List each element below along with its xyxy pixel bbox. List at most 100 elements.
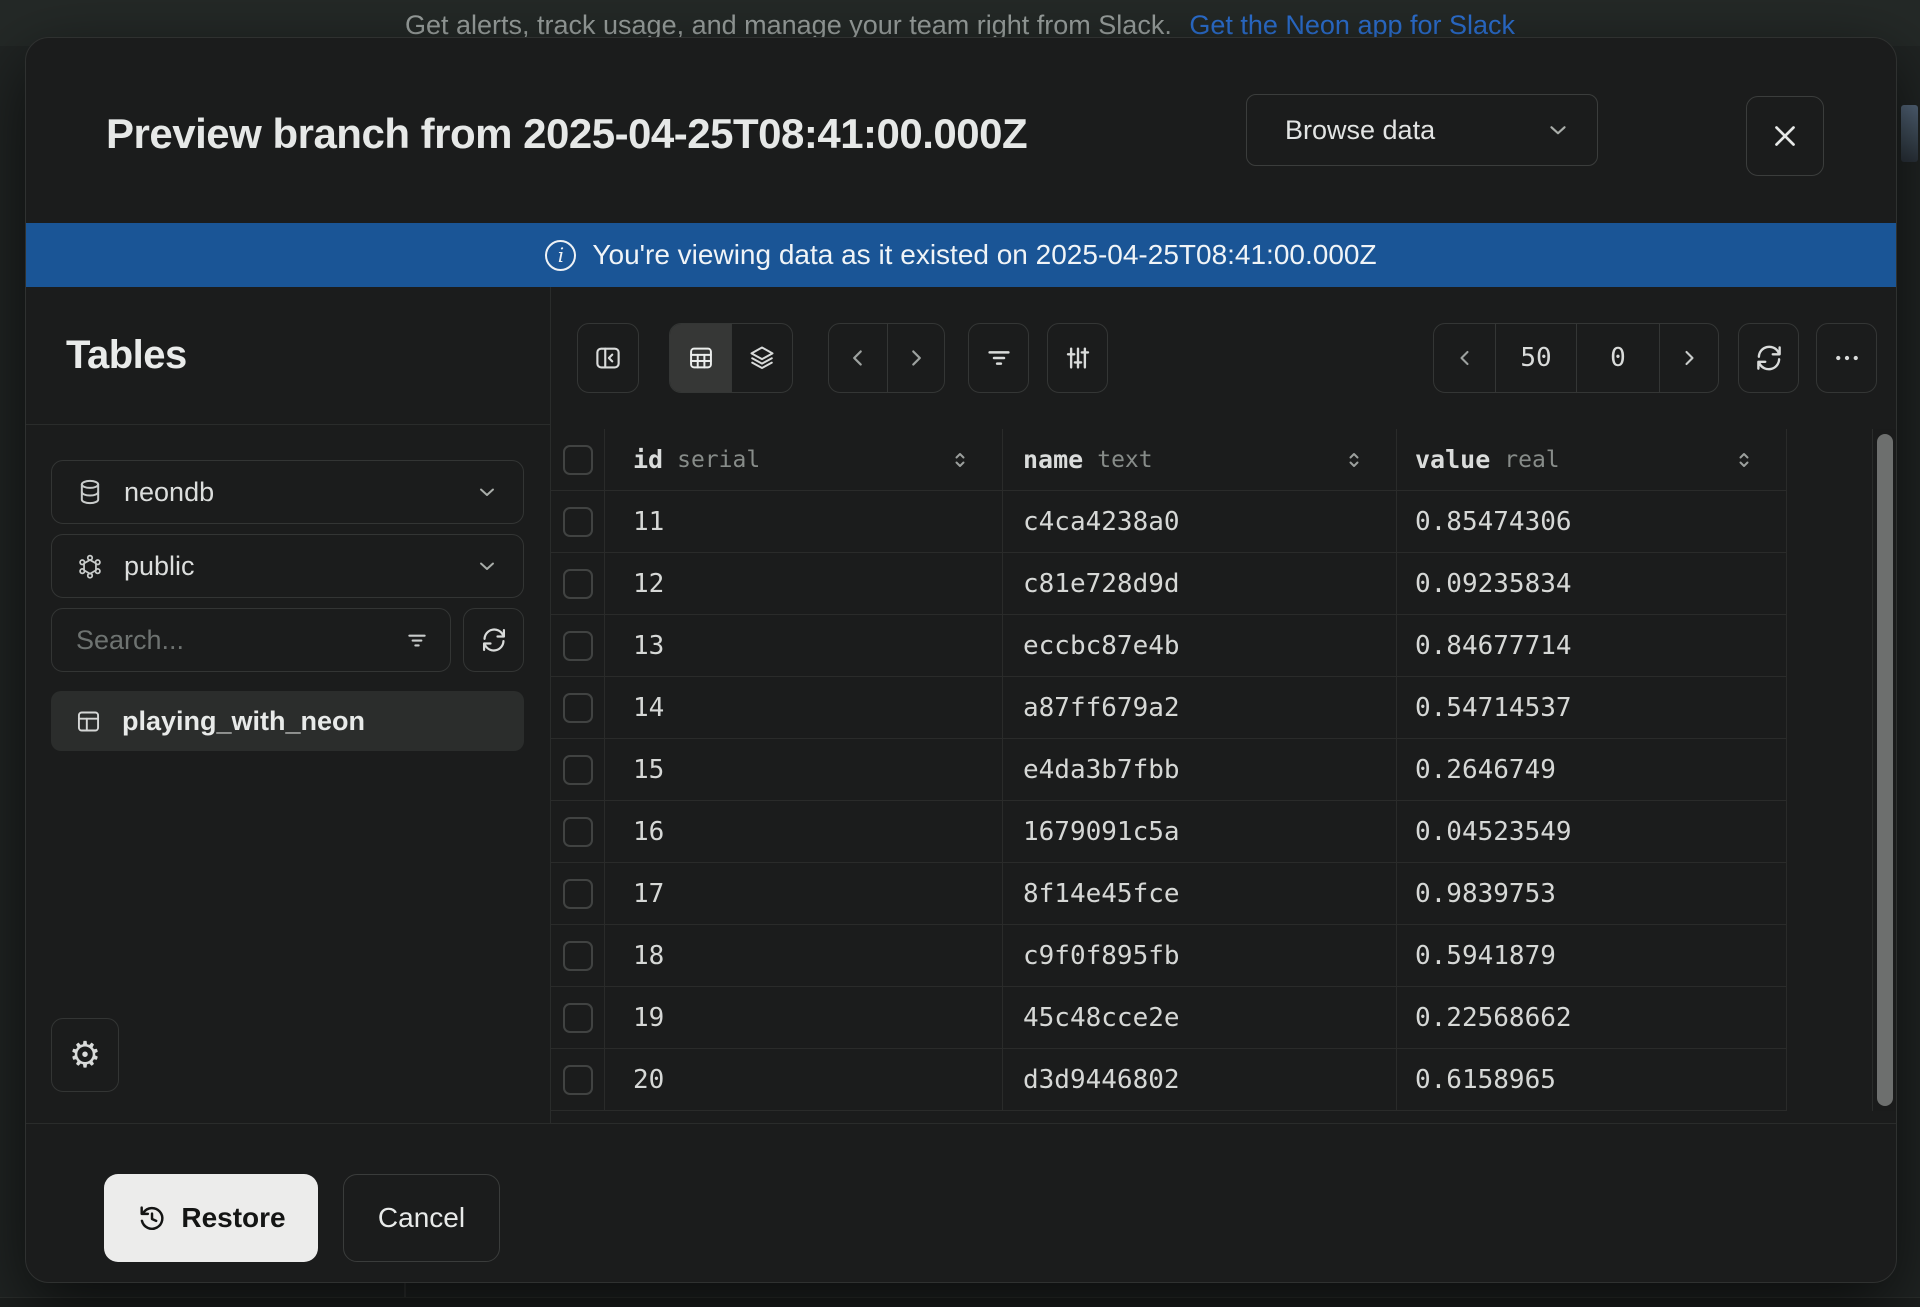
- row-checkbox[interactable]: [563, 569, 593, 599]
- refresh-icon: [1754, 343, 1784, 373]
- grid-view-button[interactable]: [670, 324, 731, 392]
- filter-button[interactable]: [968, 323, 1029, 393]
- filter-icon: [984, 343, 1014, 373]
- search-field: [51, 608, 451, 672]
- ellipsis-icon: [1832, 343, 1862, 373]
- collapse-sidebar-button[interactable]: [577, 323, 639, 393]
- search-row: [51, 608, 550, 672]
- select-all-checkbox[interactable]: [563, 445, 593, 475]
- table-toolbar: 50 0: [551, 287, 1897, 429]
- display-settings-button[interactable]: [1047, 323, 1108, 393]
- gear-icon: ⚙: [69, 1037, 101, 1073]
- sort-icon[interactable]: [948, 448, 972, 472]
- table-row: 18 c9f0f895fb 0.5941879: [551, 925, 1872, 987]
- chevron-left-icon: [1453, 346, 1477, 370]
- restore-button[interactable]: Restore: [104, 1174, 318, 1262]
- table-row: 19 45c48cce2e 0.22568662: [551, 987, 1872, 1049]
- table-row: 17 8f14e45fce 0.9839753: [551, 863, 1872, 925]
- row-checkbox[interactable]: [563, 879, 593, 909]
- sidebar-item-playing_with_neon[interactable]: playing_with_neon: [51, 691, 524, 751]
- chevron-down-icon: [1545, 117, 1571, 143]
- data-table-pane: 50 0: [551, 287, 1897, 1123]
- cancel-button[interactable]: Cancel: [343, 1174, 500, 1262]
- row-checkbox[interactable]: [563, 817, 593, 847]
- chevron-down-icon: [475, 480, 499, 504]
- background-divider: [404, 1283, 406, 1297]
- table-row: 15 e4da3b7fbb 0.2646749: [551, 739, 1872, 801]
- sort-icon[interactable]: [1342, 448, 1366, 472]
- table-row: 13 eccbc87e4b 0.84677714: [551, 615, 1872, 677]
- search-input[interactable]: [76, 625, 392, 656]
- restore-label: Restore: [181, 1202, 285, 1234]
- row-checkbox[interactable]: [563, 693, 593, 723]
- previous-button[interactable]: [829, 324, 887, 392]
- next-button[interactable]: [887, 324, 944, 392]
- page-title: Preview branch from 2025-04-25T08:41:00.…: [106, 110, 1027, 158]
- page-size-value[interactable]: 50: [1495, 324, 1576, 392]
- column-header-name[interactable]: name text: [1003, 429, 1397, 491]
- cancel-label: Cancel: [378, 1202, 465, 1234]
- row-checkbox[interactable]: [563, 755, 593, 785]
- table-row: 11 c4ca4238a0 0.85474306: [551, 491, 1872, 553]
- sort-icon[interactable]: [1732, 448, 1756, 472]
- modal-header: Preview branch from 2025-04-25T08:41:00.…: [26, 38, 1896, 223]
- preview-branch-modal: Preview branch from 2025-04-25T08:41:00.…: [25, 37, 1897, 1283]
- pagination-group: 50 0: [1433, 323, 1719, 393]
- slack-promo-text: Get alerts, track usage, and manage your…: [405, 10, 1172, 40]
- column-header-value[interactable]: value real: [1397, 429, 1787, 491]
- table-icon: [75, 708, 102, 735]
- row-checkbox[interactable]: [563, 631, 593, 661]
- browse-data-label: Browse data: [1285, 115, 1435, 146]
- table-header-row: id serial name text value: [551, 429, 1872, 491]
- layers-view-button[interactable]: [731, 324, 792, 392]
- database-name: neondb: [124, 477, 455, 508]
- time-travel-banner: i You're viewing data as it existed on 2…: [26, 223, 1896, 287]
- collapse-panel-icon: [593, 343, 623, 373]
- close-button[interactable]: [1746, 96, 1824, 176]
- vertical-scrollbar: [1872, 429, 1897, 1111]
- modal-footer: Restore Cancel: [26, 1123, 1896, 1283]
- schema-select[interactable]: public: [51, 534, 524, 598]
- row-checkbox[interactable]: [563, 1065, 593, 1095]
- row-checkbox[interactable]: [563, 507, 593, 537]
- modal-body: Tables neondb: [26, 287, 1896, 1123]
- chevron-right-icon: [903, 345, 929, 371]
- prev-next-group: [828, 323, 945, 393]
- refresh-data-button[interactable]: [1738, 323, 1799, 393]
- page-next-button[interactable]: [1659, 324, 1718, 392]
- close-icon: [1768, 119, 1802, 153]
- table-row: 20 d3d9446802 0.6158965: [551, 1049, 1872, 1111]
- more-options-button[interactable]: [1816, 323, 1877, 393]
- layers-view-icon: [748, 344, 776, 372]
- time-travel-banner-text: You're viewing data as it existed on 202…: [592, 239, 1376, 271]
- settings-button[interactable]: ⚙: [51, 1018, 119, 1092]
- background-panel-edge: [0, 1297, 1920, 1307]
- view-mode-toggle: [669, 323, 793, 393]
- table-row: 16 1679091c5a 0.04523549: [551, 801, 1872, 863]
- table-row: 12 c81e728d9d 0.09235834: [551, 553, 1872, 615]
- tables-sidebar: Tables neondb: [26, 287, 551, 1123]
- database-icon: [76, 478, 104, 506]
- browse-data-dropdown[interactable]: Browse data: [1246, 94, 1598, 166]
- background-avatar: [1901, 105, 1918, 162]
- row-checkbox[interactable]: [563, 941, 593, 971]
- info-icon: i: [545, 240, 576, 271]
- sidebar-content: neondb public: [26, 425, 550, 751]
- row-checkbox[interactable]: [563, 1003, 593, 1033]
- table-row: 14 a87ff679a2 0.54714537: [551, 677, 1872, 739]
- sliders-icon: [1063, 343, 1093, 373]
- sidebar-heading: Tables: [66, 333, 187, 378]
- column-header-id[interactable]: id serial: [605, 429, 1003, 491]
- slack-promo-link[interactable]: Get the Neon app for Slack: [1189, 10, 1515, 40]
- table-name-label: playing_with_neon: [122, 706, 365, 737]
- chevron-left-icon: [845, 345, 871, 371]
- page-prev-button[interactable]: [1434, 324, 1495, 392]
- schema-icon: [76, 552, 104, 580]
- page-offset-value[interactable]: 0: [1576, 324, 1659, 392]
- chevron-down-icon: [475, 554, 499, 578]
- database-select[interactable]: neondb: [51, 460, 524, 524]
- data-grid: id serial name text value: [551, 429, 1872, 1111]
- refresh-tables-button[interactable]: [463, 608, 524, 672]
- scrollbar-thumb[interactable]: [1877, 434, 1893, 1106]
- sidebar-header: Tables: [26, 287, 550, 425]
